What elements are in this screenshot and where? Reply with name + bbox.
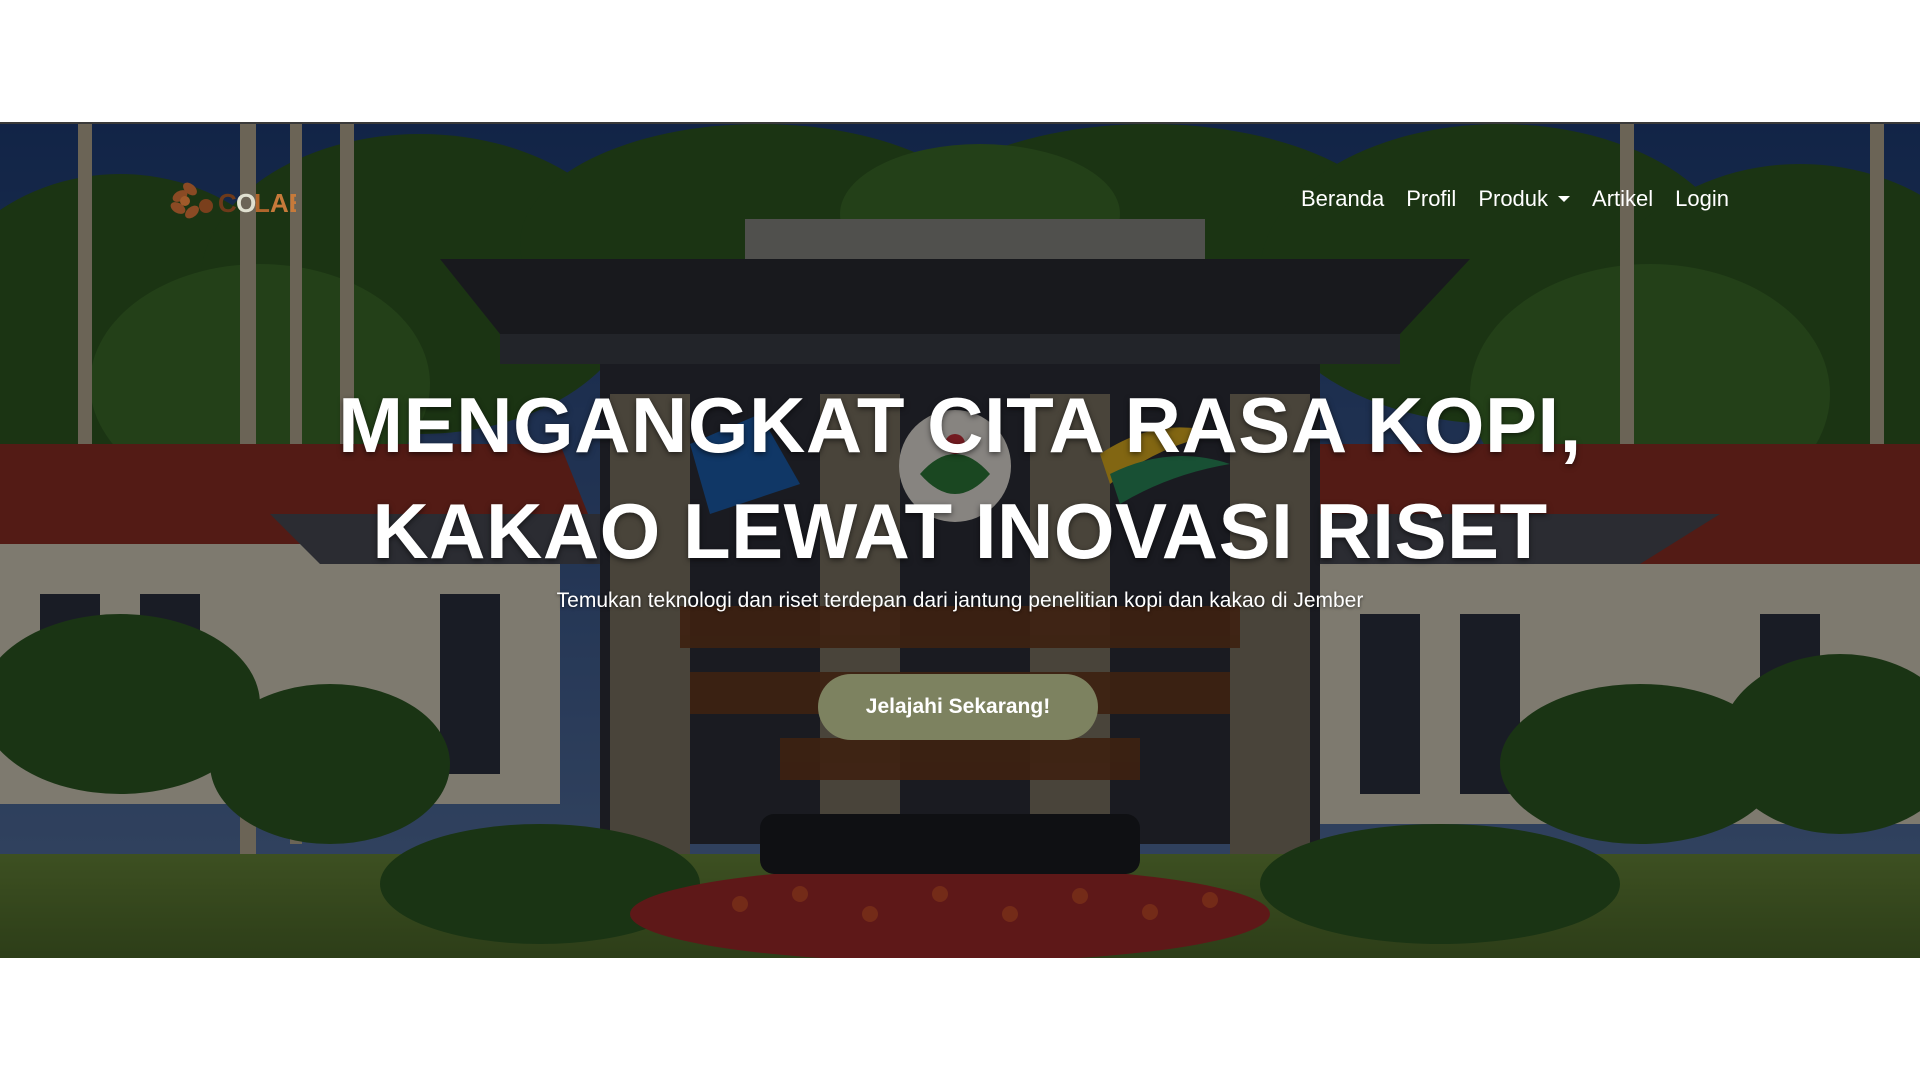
page: C O L AB Beranda Profil Produk bbox=[0, 0, 1920, 1080]
hero-section: C O L AB Beranda Profil Produk bbox=[0, 122, 1920, 958]
nav-link-login-label: Login bbox=[1675, 186, 1729, 211]
hero-subtitle: Temukan teknologi dan riset terdepan dar… bbox=[556, 589, 1364, 612]
hero-title: MENGANGKAT CITA RASA KOPI, KAKAO LEWAT I… bbox=[260, 372, 1660, 584]
coffee-cherry-logo-icon: C O L AB bbox=[170, 182, 296, 219]
nav-link-artikel[interactable]: Artikel bbox=[1581, 182, 1664, 216]
nav-link-produk-label: Produk bbox=[1478, 186, 1549, 211]
nav-dropdown-produk[interactable]: Produk bbox=[1467, 182, 1581, 216]
nav-link-beranda[interactable]: Beranda bbox=[1290, 182, 1395, 216]
brand-logo[interactable]: C O L AB bbox=[166, 176, 296, 226]
nav-link-login[interactable]: Login bbox=[1664, 182, 1740, 216]
caret-down-icon bbox=[1558, 196, 1571, 202]
nav-link-beranda-label: Beranda bbox=[1301, 186, 1385, 211]
nav-links: Beranda Profil Produk Artikel Login bbox=[1290, 182, 1740, 216]
svg-text:L: L bbox=[254, 188, 270, 218]
hero-title-line1: MENGANGKAT CITA RASA KOPI, bbox=[338, 381, 1582, 469]
svg-text:AB: AB bbox=[270, 188, 296, 218]
nav-link-artikel-label: Artikel bbox=[1592, 186, 1654, 211]
nav-link-profil[interactable]: Profil bbox=[1395, 182, 1467, 216]
navbar: C O L AB Beranda Profil Produk bbox=[0, 124, 1920, 274]
nav-link-profil-label: Profil bbox=[1406, 186, 1457, 211]
hero-title-line2: KAKAO LEWAT INOVASI RISET bbox=[372, 487, 1548, 575]
svg-text:C: C bbox=[218, 188, 237, 218]
explore-now-button[interactable]: Jelajahi Sekarang! bbox=[818, 674, 1098, 740]
